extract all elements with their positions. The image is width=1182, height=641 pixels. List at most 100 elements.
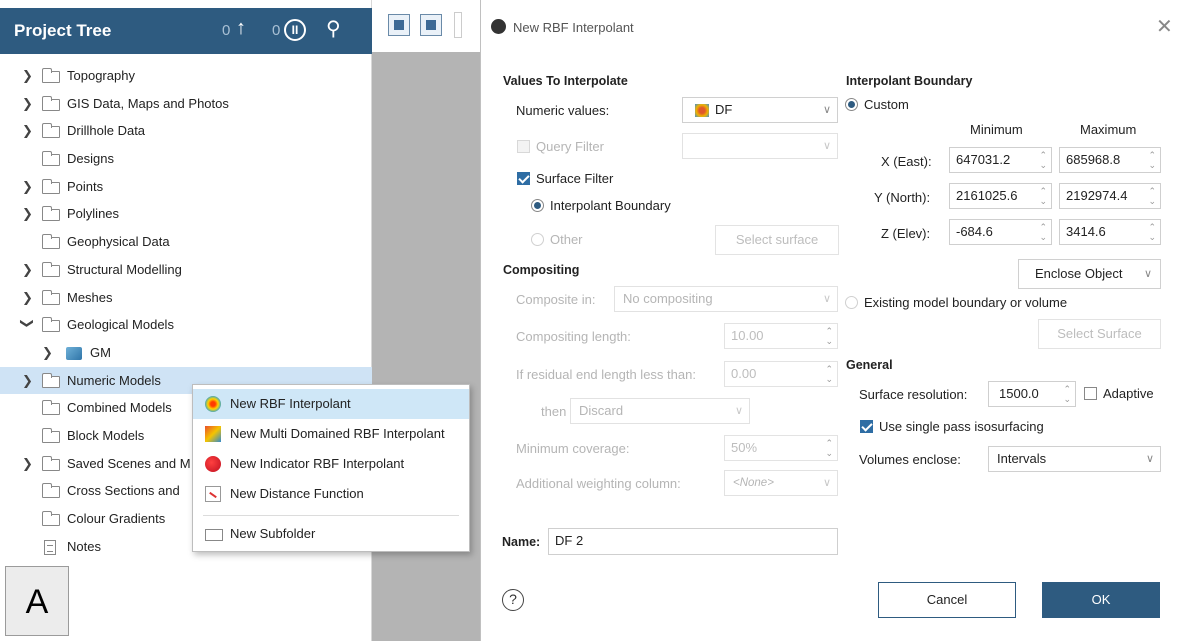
add-weighting-value: <None> xyxy=(733,477,774,489)
chevron-right-icon[interactable]: ❯ xyxy=(22,90,36,118)
add-weighting-select[interactable]: <None> ∨ xyxy=(724,470,838,496)
menu-new-distance-function[interactable]: New Distance Function xyxy=(193,479,469,509)
tree-item-geological-models[interactable]: ❯ Geological Models xyxy=(0,311,372,339)
chevron-right-icon[interactable]: ❯ xyxy=(22,367,36,395)
y-max-value: 2192974.4 xyxy=(1066,188,1128,203)
header-count-1: 0 xyxy=(222,22,231,39)
query-filter-checkbox[interactable] xyxy=(517,140,530,153)
menu-separator xyxy=(203,515,459,516)
adaptive-checkbox[interactable] xyxy=(1084,387,1097,400)
tree-item-label: Numeric Models xyxy=(67,372,161,388)
spinner-icon[interactable]: ⌃ ⌄ xyxy=(1063,384,1071,404)
surface-filter-label: Surface Filter xyxy=(536,171,614,186)
tree-item-label: Polylines xyxy=(67,206,120,222)
volumes-enclose-select[interactable]: Intervals ∨ xyxy=(988,446,1161,472)
app-logo-icon xyxy=(491,19,506,34)
then-select[interactable]: Discard ∨ xyxy=(570,398,750,424)
spinner-icon[interactable]: ⌃ ⌄ xyxy=(1039,222,1047,242)
query-filter-select[interactable]: ∨ xyxy=(682,133,838,159)
tree-item-label: Colour Gradients xyxy=(67,511,166,526)
toolbar-view-icon[interactable] xyxy=(388,14,410,36)
chevron-right-icon[interactable]: ❯ xyxy=(22,284,36,312)
chevron-right-icon[interactable]: ❯ xyxy=(42,339,56,367)
volumes-enclose-value: Intervals xyxy=(997,451,1047,466)
pause-icon[interactable]: II xyxy=(284,19,306,41)
single-pass-checkbox[interactable] xyxy=(860,420,873,433)
surface-resolution-field[interactable]: 1500.0 ⌃ ⌄ xyxy=(988,381,1076,407)
select-surface-button[interactable]: Select surface xyxy=(715,225,839,255)
minimum-header: Minimum xyxy=(970,122,1023,137)
interpolant-boundary-radio[interactable] xyxy=(531,199,544,212)
tree-item-structural[interactable]: ❯ Structural Modelling xyxy=(0,256,372,284)
search-icon[interactable]: ⚲ xyxy=(326,16,341,41)
z-max-field[interactable]: 3414.6 ⌃ ⌄ xyxy=(1059,219,1161,245)
folder-icon xyxy=(42,206,60,222)
folder-icon xyxy=(42,483,60,499)
x-max-field[interactable]: 685968.8 ⌃ ⌄ xyxy=(1059,147,1161,173)
folder-icon xyxy=(42,289,60,305)
tree-item-geophysical[interactable]: Geophysical Data xyxy=(0,228,372,256)
tree-item-polylines[interactable]: ❯ Polylines xyxy=(0,200,372,228)
min-coverage-field[interactable]: 50% ⌃ ⌄ xyxy=(724,435,838,461)
tree-item-gm[interactable]: ❯ GM xyxy=(0,339,372,367)
spinner-icon[interactable]: ⌃ ⌄ xyxy=(1148,150,1156,170)
y-min-field[interactable]: 2161025.6 ⌃ ⌄ xyxy=(949,183,1052,209)
spinner-icon[interactable]: ⌃ ⌄ xyxy=(1039,186,1047,206)
spinner-icon[interactable]: ⌃ ⌄ xyxy=(1039,150,1047,170)
chevron-right-icon[interactable]: ❯ xyxy=(22,62,36,90)
spinner-icon[interactable]: ⌃ ⌄ xyxy=(1148,222,1156,242)
scene-toolbar xyxy=(372,0,480,52)
x-east-label: X (East): xyxy=(881,154,932,169)
chevron-right-icon[interactable]: ❯ xyxy=(22,256,36,284)
menu-new-subfolder[interactable]: New Subfolder xyxy=(193,519,469,549)
residual-field[interactable]: 0.00 ⌃ ⌄ xyxy=(724,361,838,387)
chevron-right-icon[interactable]: ❯ xyxy=(22,173,36,201)
tree-item-label: Combined Models xyxy=(67,400,172,416)
tree-item-topography[interactable]: ❯ Topography xyxy=(0,62,372,90)
spinner-icon[interactable]: ⌃ ⌄ xyxy=(1148,186,1156,206)
other-radio[interactable] xyxy=(531,233,544,246)
x-min-field[interactable]: 647031.2 ⌃ ⌄ xyxy=(949,147,1052,173)
tree-item-points[interactable]: ❯ Points xyxy=(0,173,372,201)
menu-new-rbf-interpolant[interactable]: New RBF Interpolant xyxy=(193,389,469,419)
compositing-section-heading: Compositing xyxy=(503,263,580,277)
tree-item-gis[interactable]: ❯ GIS Data, Maps and Photos xyxy=(0,90,372,118)
chevron-right-icon[interactable]: ❯ xyxy=(22,117,36,145)
z-min-field[interactable]: -684.6 ⌃ ⌄ xyxy=(949,219,1052,245)
toolbar-clear-icon[interactable] xyxy=(420,14,442,36)
project-tree-header: Project Tree 0 ↑ 0 II ⚲ xyxy=(0,8,372,54)
chevron-down-icon[interactable]: ❯ xyxy=(13,318,41,332)
chevron-right-icon[interactable]: ❯ xyxy=(22,450,36,478)
existing-boundary-radio[interactable] xyxy=(845,296,858,309)
menu-item-label: New Multi Domained RBF Interpolant xyxy=(230,426,445,441)
help-icon[interactable]: ? xyxy=(502,589,524,611)
close-icon[interactable]: ✕ xyxy=(1156,14,1173,39)
ok-button[interactable]: OK xyxy=(1042,582,1160,618)
select-surface-boundary-button[interactable]: Select Surface xyxy=(1038,319,1161,349)
surface-filter-checkbox[interactable] xyxy=(517,172,530,185)
numeric-values-select[interactable]: DF ∨ xyxy=(682,97,838,123)
menu-new-indicator-rbf[interactable]: New Indicator RBF Interpolant xyxy=(193,449,469,479)
cancel-button[interactable]: Cancel xyxy=(878,582,1016,618)
folder-icon xyxy=(42,261,60,277)
maximum-header: Maximum xyxy=(1080,122,1137,137)
tree-item-drillhole[interactable]: ❯ Drillhole Data xyxy=(0,117,372,145)
tree-item-meshes[interactable]: ❯ Meshes xyxy=(0,284,372,312)
tree-item-label: Drillhole Data xyxy=(67,123,146,139)
panel-label: A xyxy=(5,566,69,636)
tree-item-label: Geophysical Data xyxy=(67,234,170,250)
name-input[interactable]: DF 2 xyxy=(548,528,838,555)
numeric-values-value: DF xyxy=(715,102,733,117)
tree-item-label: Points xyxy=(67,178,104,194)
custom-radio[interactable] xyxy=(845,98,858,111)
compositing-length-field[interactable]: 10.00 ⌃ ⌄ xyxy=(724,323,838,349)
y-max-field[interactable]: 2192974.4 ⌃ ⌄ xyxy=(1059,183,1161,209)
arrow-up-icon[interactable]: ↑ xyxy=(236,17,246,40)
tree-item-label: Structural Modelling xyxy=(67,261,182,277)
tree-item-label: Designs xyxy=(67,151,114,167)
enclose-object-button[interactable]: Enclose Object ∨ xyxy=(1018,259,1161,289)
tree-item-designs[interactable]: Designs xyxy=(0,145,372,173)
chevron-right-icon[interactable]: ❯ xyxy=(22,200,36,228)
composite-in-select[interactable]: No compositing ∨ xyxy=(614,286,838,312)
menu-new-multi-domained-rbf[interactable]: New Multi Domained RBF Interpolant xyxy=(193,419,469,449)
